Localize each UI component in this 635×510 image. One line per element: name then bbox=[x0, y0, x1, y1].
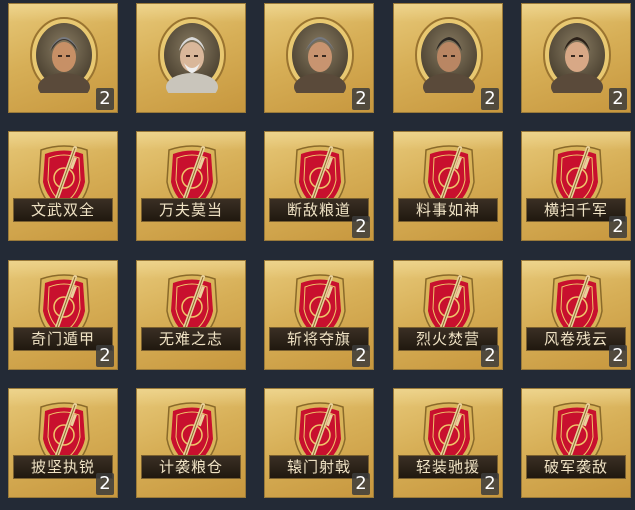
tactic-card[interactable]: 破军袭敌 bbox=[521, 388, 631, 498]
tactic-card[interactable]: 计袭粮仓 bbox=[136, 388, 246, 498]
tactic-name-label: 破军袭敌 bbox=[526, 455, 626, 479]
tactic-name-label: 万夫莫当 bbox=[141, 198, 241, 222]
stack-count-badge: 2 bbox=[352, 88, 370, 110]
stack-count-badge: 2 bbox=[609, 345, 627, 367]
hero-card[interactable]: 2 bbox=[393, 3, 503, 113]
tactic-card[interactable]: 无难之志 bbox=[136, 260, 246, 370]
tactic-card[interactable]: 风卷残云 2 bbox=[521, 260, 631, 370]
tactic-card[interactable]: 奇门遁甲 2 bbox=[8, 260, 118, 370]
tactic-card[interactable]: 烈火焚营 2 bbox=[393, 260, 503, 370]
stack-count-badge: 2 bbox=[352, 473, 370, 495]
bearded-warrior-portrait-icon bbox=[415, 17, 483, 101]
tactic-card[interactable]: 辕门射戟 2 bbox=[264, 388, 374, 498]
tactic-card[interactable]: 万夫莫当 bbox=[136, 131, 246, 241]
tactic-card[interactable]: 横扫千军 2 bbox=[521, 131, 631, 241]
tactic-card[interactable]: 料事如神 bbox=[393, 131, 503, 241]
armored-general-portrait-icon bbox=[30, 17, 98, 101]
stack-count-badge: 2 bbox=[609, 88, 627, 110]
hero-card[interactable]: 2 bbox=[264, 3, 374, 113]
stack-count-badge: 2 bbox=[481, 473, 499, 495]
tactic-card[interactable]: 斩将夺旗 2 bbox=[264, 260, 374, 370]
stack-count-badge: 2 bbox=[481, 88, 499, 110]
tactic-name-label: 计袭粮仓 bbox=[141, 455, 241, 479]
young-general-portrait-icon bbox=[543, 17, 611, 101]
stack-count-badge: 2 bbox=[96, 473, 114, 495]
stack-count-badge: 2 bbox=[609, 216, 627, 238]
stack-count-badge: 2 bbox=[96, 345, 114, 367]
stack-count-badge: 2 bbox=[481, 345, 499, 367]
hero-card[interactable] bbox=[136, 3, 246, 113]
tactic-name-label: 料事如神 bbox=[398, 198, 498, 222]
tactic-name-label: 无难之志 bbox=[141, 327, 241, 351]
stack-count-badge: 2 bbox=[352, 216, 370, 238]
tactic-card[interactable]: 轻装驰援 2 bbox=[393, 388, 503, 498]
hero-card[interactable]: 2 bbox=[8, 3, 118, 113]
stack-count-badge: 2 bbox=[96, 88, 114, 110]
tactic-name-label: 文武双全 bbox=[13, 198, 113, 222]
tactic-card[interactable]: 文武双全 bbox=[8, 131, 118, 241]
hero-card[interactable]: 2 bbox=[521, 3, 631, 113]
helmeted-general-portrait-icon bbox=[286, 17, 354, 101]
tactic-card[interactable]: 断敌粮道 2 bbox=[264, 131, 374, 241]
stack-count-badge: 2 bbox=[352, 345, 370, 367]
elderly-strategist-portrait-icon bbox=[158, 17, 226, 101]
tactic-card[interactable]: 披坚执锐 2 bbox=[8, 388, 118, 498]
item-grid: 2 2 2 2 文武双全 万夫莫当 断敌粮道 2 料事如神 横扫千军 2 奇门遁… bbox=[0, 0, 635, 510]
